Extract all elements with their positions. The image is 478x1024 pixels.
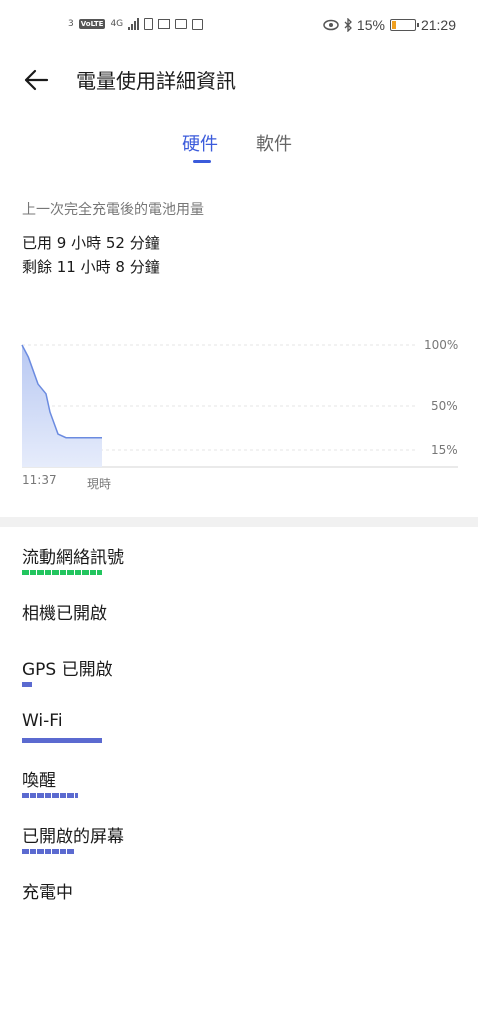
usage-label: 喚醒	[22, 771, 56, 791]
tab-hardware[interactable]: 硬件	[182, 130, 218, 156]
usage-bar	[22, 738, 102, 743]
status-left: 3 VoLTE 4G	[68, 18, 204, 30]
tab-indicator	[193, 160, 211, 163]
clock: 21:29	[420, 17, 456, 33]
battery-chart-svg	[21, 344, 458, 468]
usage-item-screen-on[interactable]: 已開啟的屏幕	[22, 822, 462, 878]
usage-label: 已開啟的屏幕	[22, 827, 124, 847]
usage-bar	[22, 682, 32, 687]
usage-bar	[22, 570, 102, 575]
usage-label: Wi-Fi	[22, 711, 63, 731]
usage-item-mobile-network[interactable]: 流動網絡訊號	[22, 543, 462, 599]
usage-label: GPS 已開啟	[22, 660, 113, 680]
time-remaining: 剩餘 11 小時 8 分鐘	[22, 258, 160, 276]
tab-bar: 硬件 軟件	[0, 126, 478, 166]
page-title: 電量使用詳細資訊	[76, 69, 236, 93]
network-type: 4G	[110, 19, 124, 29]
y-tick-100: 100%	[424, 338, 459, 352]
usage-bar	[22, 793, 78, 798]
usage-item-charging[interactable]: 充電中	[22, 878, 462, 934]
battery-icon	[389, 19, 419, 31]
status-bar: 3 VoLTE 4G 15% 21:29	[0, 0, 478, 56]
eye-icon	[323, 19, 339, 31]
usage-bar	[22, 849, 74, 854]
battery-chart: 100% 50% 15% 11:37 現時	[0, 330, 478, 500]
message-icon	[175, 19, 188, 29]
usage-label: 充電中	[22, 883, 73, 903]
signal-icon	[128, 18, 140, 30]
status-right: 15% 21:29	[323, 17, 456, 33]
usage-label: 相機已開啟	[22, 604, 107, 624]
sim-icon	[144, 18, 154, 30]
summary-label: 上一次完全充電後的電池用量	[22, 202, 204, 218]
volte-icon: VoLTE	[78, 19, 106, 29]
usage-item-gps[interactable]: GPS 已開啟	[22, 655, 462, 711]
battery-percent: 15%	[356, 17, 385, 33]
usage-item-camera[interactable]: 相機已開啟	[22, 599, 462, 655]
tab-software[interactable]: 軟件	[256, 130, 292, 156]
section-divider	[0, 517, 478, 527]
y-tick-15: 15%	[431, 443, 458, 457]
app-bar: 電量使用詳細資訊	[0, 56, 478, 104]
time-used: 已用 9 小時 52 分鐘	[22, 234, 160, 252]
sim-slot-number: 3	[68, 19, 74, 29]
back-arrow-icon[interactable]	[20, 64, 52, 96]
usage-item-wifi[interactable]: Wi-Fi	[22, 711, 462, 767]
y-tick-50: 50%	[431, 399, 458, 413]
usage-label: 流動網絡訊號	[22, 548, 124, 568]
x-tick-now: 現時	[87, 477, 112, 491]
bag-icon	[192, 18, 204, 30]
bluetooth-icon	[344, 18, 352, 32]
usage-item-awake[interactable]: 喚醒	[22, 766, 462, 822]
x-tick-start: 11:37	[22, 473, 57, 487]
mail-icon	[158, 19, 171, 29]
